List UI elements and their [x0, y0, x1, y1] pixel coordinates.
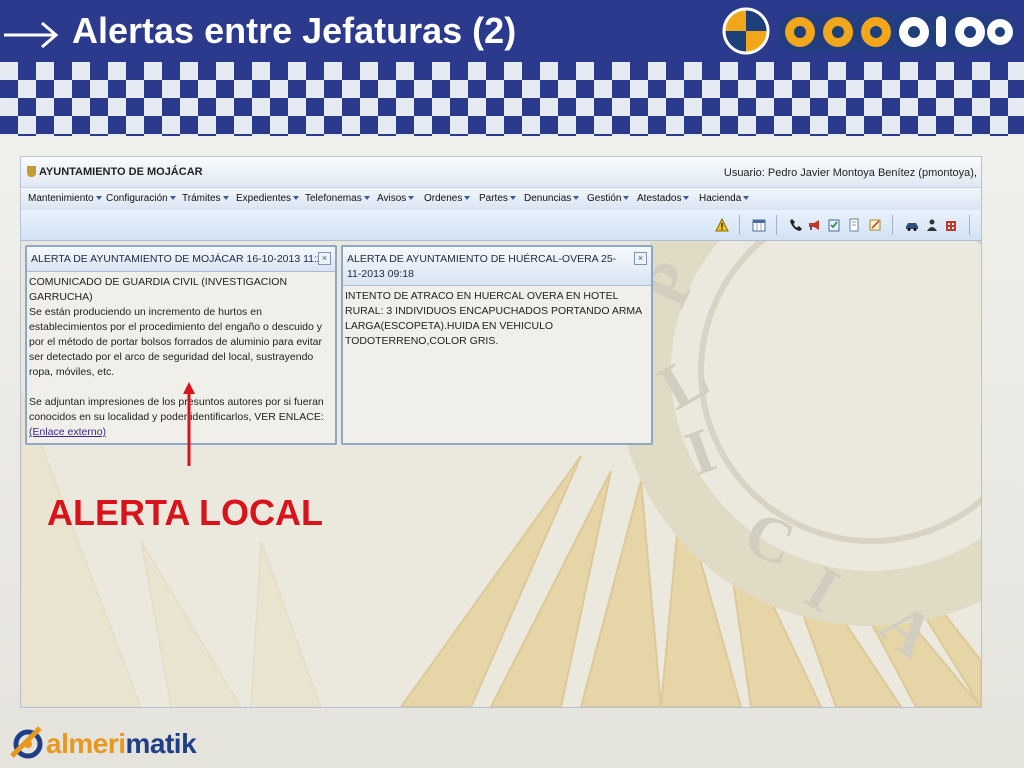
annotation-arrow-icon: [183, 382, 195, 466]
appolo-logo: [722, 7, 1014, 55]
megaphone-icon[interactable]: [807, 218, 821, 232]
menu-ordenes[interactable]: Ordenes: [424, 193, 471, 204]
checkered-band: [0, 62, 1024, 136]
chevron-down-icon: [464, 196, 471, 200]
building-icon[interactable]: [944, 218, 958, 232]
person-icon[interactable]: [925, 218, 939, 232]
menu-hacienda[interactable]: Hacienda: [699, 193, 750, 204]
chevron-down-icon: [293, 196, 300, 200]
chevron-down-icon: [743, 196, 750, 200]
alert-text: INTENTO DE ATRACO EN HUERCAL OVERA EN HO…: [345, 290, 642, 347]
coat-of-arms-icon: [27, 166, 36, 177]
arrow-right-icon: [4, 21, 59, 49]
alert-title: ALERTA DE AYUNTAMIENTO DE HUÉRCAL-OVERA …: [347, 253, 617, 280]
desktop-area: P L I C I A ALERTA DE AYUNTAMIENTO DE MO…: [21, 241, 981, 707]
menu-atestados[interactable]: Atestados: [637, 193, 690, 204]
menu-avisos[interactable]: Avisos: [377, 193, 415, 204]
almerimatik-logo-icon: [10, 726, 43, 759]
alert-text: Se están produciendo un incremento de hu…: [29, 306, 323, 378]
slide-header: Alertas entre Jefaturas (2): [0, 0, 1024, 62]
toolbar: [21, 210, 981, 241]
annotation-label: ALERTA LOCAL: [47, 492, 323, 533]
toolbar-separator: [776, 215, 777, 235]
menu-expedientes[interactable]: Expedientes: [236, 193, 300, 204]
toolbar-separator: [892, 215, 893, 235]
external-link[interactable]: (Enlace externo): [29, 426, 106, 438]
menu-configuracion[interactable]: Configuración: [106, 193, 176, 204]
toolbar-separator: [969, 215, 970, 235]
clipboard-check-icon[interactable]: [827, 218, 841, 232]
user-info: Usuario: Pedro Javier Montoya Benítez (p…: [723, 167, 977, 179]
chevron-down-icon: [95, 196, 102, 200]
close-icon[interactable]: ×: [634, 252, 647, 265]
close-icon[interactable]: ×: [318, 252, 331, 265]
chevron-down-icon: [509, 196, 516, 200]
alert-text: COMUNICADO DE GUARDIA CIVIL (INVESTIGACI…: [29, 276, 288, 303]
calendar-icon[interactable]: [752, 218, 766, 232]
car-icon[interactable]: [905, 218, 919, 232]
app-window: AYUNTAMIENTO DE MOJÁCAR Usuario: Pedro J…: [20, 156, 982, 708]
toolbar-separator: [739, 215, 740, 235]
footer-brand: almerimatik: [46, 728, 197, 759]
app-titlebar: AYUNTAMIENTO DE MOJÁCAR Usuario: Pedro J…: [21, 157, 981, 187]
alert-body: INTENTO DE ATRACO EN HUERCAL OVERA EN HO…: [345, 289, 649, 349]
phone-icon[interactable]: [789, 218, 803, 232]
chevron-down-icon: [408, 196, 415, 200]
menu-gestion[interactable]: Gestión: [587, 193, 630, 204]
menu-partes[interactable]: Partes: [479, 193, 516, 204]
app-name: AYUNTAMIENTO DE MOJÁCAR: [39, 166, 203, 178]
menu-telefonemas[interactable]: Telefonemas: [305, 193, 370, 204]
alert-text: Se adjuntan impresiones de los presuntos…: [29, 396, 324, 423]
chevron-down-icon: [222, 196, 229, 200]
menu-bar: Mantenimiento Configuración Trámites Exp…: [21, 187, 981, 211]
document-icon[interactable]: [847, 218, 861, 232]
chevron-down-icon: [169, 196, 176, 200]
menu-denuncias[interactable]: Denuncias: [524, 193, 580, 204]
menu-tramites[interactable]: Trámites: [182, 193, 229, 204]
slide-title: Alertas entre Jefaturas (2): [72, 10, 517, 51]
chevron-down-icon: [573, 196, 580, 200]
warning-icon[interactable]: [715, 217, 729, 232]
alert-panel-huercal-overa: ALERTA DE AYUNTAMIENTO DE HUÉRCAL-OVERA …: [341, 245, 653, 445]
alert-panel-header: ALERTA DE AYUNTAMIENTO DE MOJÁCAR 16-10-…: [27, 247, 335, 272]
chevron-down-icon: [363, 196, 370, 200]
note-icon[interactable]: [868, 218, 882, 232]
chevron-down-icon: [623, 196, 630, 200]
alert-panel-header: ALERTA DE AYUNTAMIENTO DE HUÉRCAL-OVERA …: [343, 247, 651, 286]
alert-body: COMUNICADO DE GUARDIA CIVIL (INVESTIGACI…: [29, 275, 333, 440]
alert-panel-mojacar: ALERTA DE AYUNTAMIENTO DE MOJÁCAR 16-10-…: [25, 245, 337, 445]
chevron-down-icon: [683, 196, 690, 200]
alert-title: ALERTA DE AYUNTAMIENTO DE MOJÁCAR 16-10-…: [31, 253, 329, 265]
menu-mantenimiento[interactable]: Mantenimiento: [28, 193, 102, 204]
